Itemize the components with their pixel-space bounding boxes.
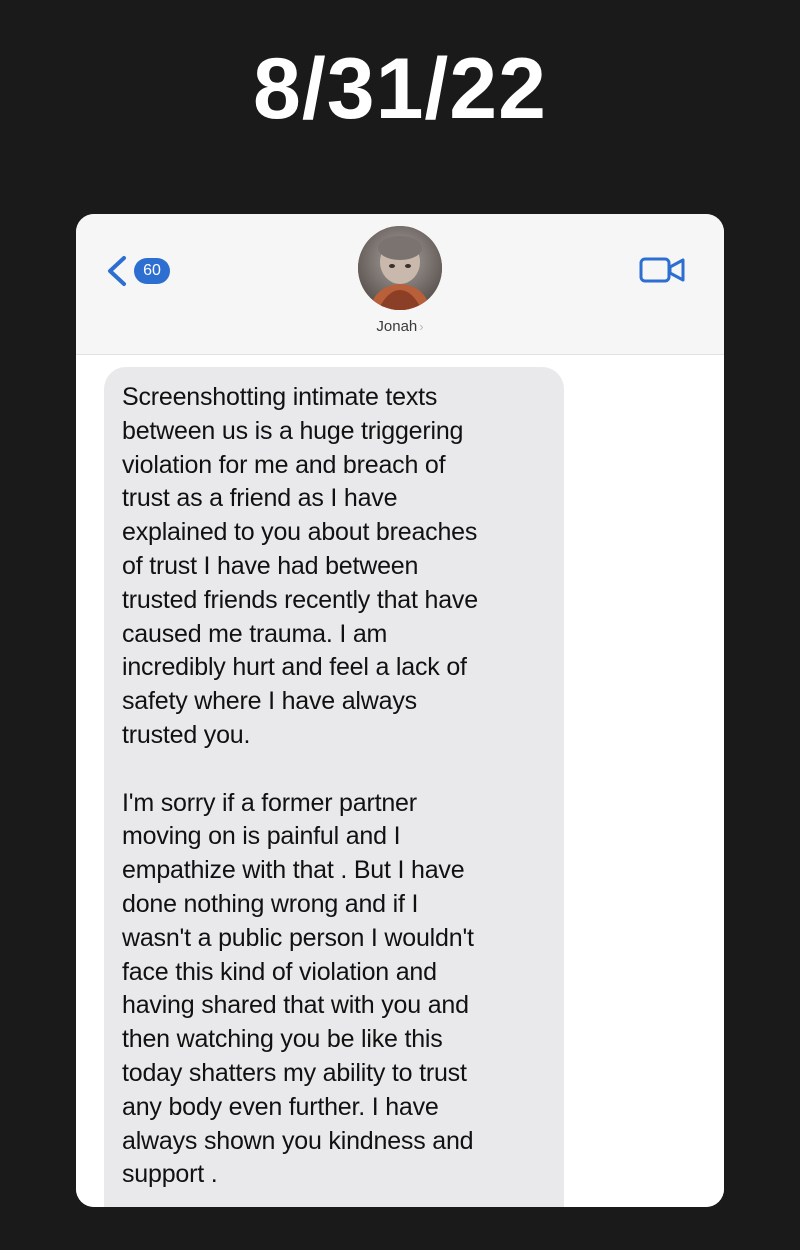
chevron-right-icon: › xyxy=(419,319,424,334)
message-screenshot: 60 Jonah › Screenshotting intimate texts… xyxy=(76,214,724,1207)
video-camera-icon[interactable] xyxy=(639,254,687,286)
date-title: 8/31/22 xyxy=(253,41,547,137)
unread-count-badge: 60 xyxy=(134,258,170,284)
back-button[interactable]: 60 xyxy=(102,254,170,288)
message-paragraph: I'm sorry if a former partner moving on … xyxy=(122,788,474,1189)
contact-name: Jonah xyxy=(376,318,418,335)
received-message-bubble[interactable]: Screenshotting intimate texts between us… xyxy=(104,367,564,1207)
contact-name-link[interactable]: Jonah › xyxy=(76,318,724,335)
message-paragraph: Screenshotting intimate texts between us… xyxy=(122,383,478,749)
avatar[interactable] xyxy=(358,226,442,310)
chevron-left-icon xyxy=(108,256,126,286)
avatar-photo xyxy=(358,226,442,310)
conversation-header: 60 Jonah › xyxy=(76,214,724,355)
message-thread: Screenshotting intimate texts between us… xyxy=(76,355,724,1207)
